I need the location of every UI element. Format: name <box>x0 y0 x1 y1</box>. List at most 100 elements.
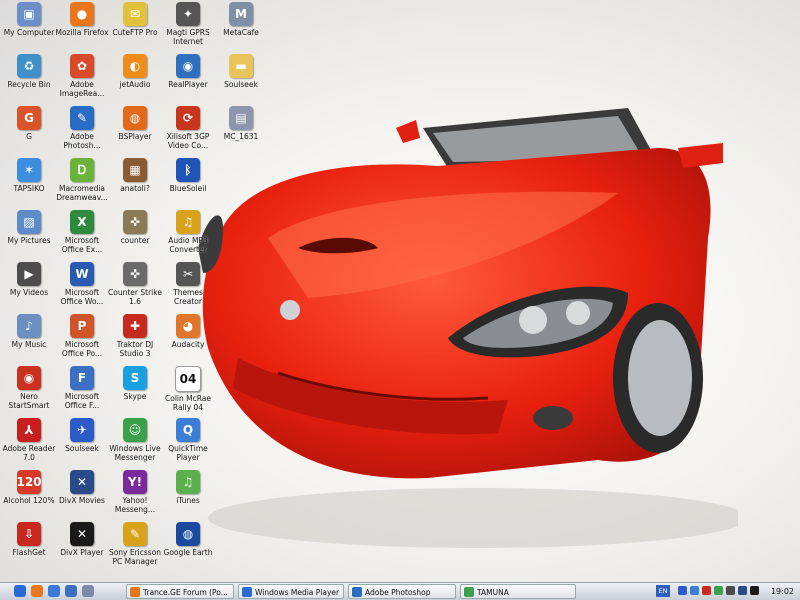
desktop-icon[interactable]: W Microsoft Office Wo... <box>55 262 109 314</box>
taskbar-button[interactable]: Adobe Photoshop <box>348 584 456 599</box>
desktop-icon[interactable]: ◍ BSPlayer <box>108 106 162 158</box>
msn-butterfly-icon: ✶ <box>17 158 41 182</box>
desktop-icon[interactable]: ✎ Adobe Photosh... <box>55 106 109 158</box>
desktop-icon[interactable]: ◐ jetAudio <box>108 54 162 106</box>
desktop-icon[interactable]: Y! Yahoo! Messeng... <box>108 470 162 522</box>
desktop-icon[interactable]: ✜ counter <box>108 210 162 262</box>
desktop-icon[interactable]: ✦ Magti GPRS Internet <box>161 2 215 54</box>
firefox-ql-icon[interactable] <box>31 585 43 597</box>
desktop-icon[interactable]: ✕ DivX Movies <box>55 470 109 522</box>
desktop-icon[interactable]: ● Mozilla Firefox <box>55 2 109 54</box>
desktop-icon-label: Microsoft Office F... <box>64 392 100 410</box>
desktop-icon[interactable]: ✿ Adobe ImageRea... <box>55 54 109 106</box>
bsplayer-icon: ◍ <box>123 106 147 130</box>
desktop-icon[interactable]: ▶ My Videos <box>2 262 56 314</box>
my-pictures-icon: ▨ <box>17 210 41 234</box>
desktop-icon[interactable]: ♻ Recycle Bin <box>2 54 56 106</box>
ftp-icon: ✉ <box>123 2 147 26</box>
desktop-icon[interactable]: ◉ Nero StartSmart <box>2 366 56 418</box>
desktop-icon[interactable]: ♫ Audio MP3 Converter <box>161 210 215 262</box>
firefox-icon: ● <box>70 2 94 26</box>
phone-tray-icon[interactable] <box>690 586 699 595</box>
skype-icon: S <box>123 366 147 390</box>
desktop-icon[interactable]: F Microsoft Office F... <box>55 366 109 418</box>
desktop-icon[interactable]: ▦ anatoli? <box>108 158 162 210</box>
language-indicator[interactable]: EN <box>656 585 670 597</box>
antivirus-tray-icon[interactable] <box>702 586 711 595</box>
desktop-icon-label: Alcohol 120% <box>3 496 55 505</box>
desktop-icon[interactable]: ▨ My Pictures <box>2 210 56 262</box>
soulseek-tray-icon[interactable] <box>678 586 687 595</box>
desktop-icon[interactable]: X Microsoft Office Ex... <box>55 210 109 262</box>
desktop-icon-label: BSPlayer <box>118 132 152 141</box>
desktop-icon[interactable]: ✕ DivX Player <box>55 522 109 574</box>
taskbar-button-label: TAMUNA <box>477 588 509 597</box>
desktop-icon[interactable]: ✎ Sony Ericsson PC Manager <box>108 522 162 574</box>
desktop-icon-label: My Computer <box>3 28 55 37</box>
network-tray-icon[interactable] <box>738 586 747 595</box>
desktop-icon[interactable]: ✉ CuteFTP Pro <box>108 2 162 54</box>
desktop-icon[interactable]: ☺ Windows Live Messenger <box>108 418 162 470</box>
desktop-icon-label: Sony Ericsson PC Manager <box>108 548 162 566</box>
desktop-icon[interactable]: ᛒ BlueSoleil <box>161 158 215 210</box>
desktop-icon[interactable]: 120 Alcohol 120% <box>2 470 56 522</box>
outlook-ql-icon[interactable] <box>65 585 77 597</box>
desktop-icon[interactable]: ♫ iTunes <box>161 470 215 522</box>
desktop-icon[interactable]: ✂ Themes Creator <box>161 262 215 314</box>
desktop-ql-icon[interactable] <box>82 585 94 597</box>
taskbar-button[interactable]: Trance.GE Forum (Po... <box>126 584 234 599</box>
desktop-icon[interactable]: ✈ Soulseek <box>55 418 109 470</box>
desktop-icon[interactable]: ♪ My Music <box>2 314 56 366</box>
themes-icon: ✂ <box>176 262 200 286</box>
excel-icon: X <box>70 210 94 234</box>
colin-mcrae-icon: 04 <box>175 366 201 392</box>
desktop-icon[interactable]: ✶ TAPSIKO <box>2 158 56 210</box>
picture-icon: ▦ <box>123 158 147 182</box>
soulseek-bird-icon: ✈ <box>70 418 94 442</box>
word-icon: W <box>70 262 94 286</box>
desktop-icon[interactable]: ⟳ Xilisoft 3GP Video Co... <box>161 106 215 158</box>
desktop-icon-label: Audacity <box>171 340 205 349</box>
ie-ql-icon[interactable] <box>48 585 60 597</box>
yahoo-icon: Y! <box>123 470 147 494</box>
system-tray: EN 19:02 <box>656 583 800 600</box>
mp3-converter-icon: ♫ <box>176 210 200 234</box>
wallpaper-car-image <box>198 108 738 548</box>
desktop-icon[interactable]: M MetaCafe <box>214 2 268 54</box>
desktop-icon[interactable]: ⇩ FlashGet <box>2 522 56 574</box>
desktop-icon-label: MetaCafe <box>223 28 259 37</box>
desktop-icon[interactable]: GG <box>2 106 56 158</box>
display-tray-icon[interactable] <box>750 586 759 595</box>
volume-tray-icon[interactable] <box>726 586 735 595</box>
start-orb-icon[interactable] <box>14 585 26 597</box>
desktop-icon[interactable]: ⅄ Adobe Reader 7.0 <box>2 418 56 470</box>
taskbar-button[interactable]: TAMUNA <box>460 584 576 599</box>
desktop-icon[interactable]: 04 Colin McRae Rally 04 <box>161 366 215 418</box>
desktop-icon[interactable]: S Skype <box>108 366 162 418</box>
desktop-icon[interactable]: P Microsoft Office Po... <box>55 314 109 366</box>
desktop-icon[interactable]: Q QuickTime Player <box>161 418 215 470</box>
taskbar-button[interactable]: Windows Media Player <box>238 584 344 599</box>
desktop-icon[interactable]: ▣ My Computer <box>2 2 56 54</box>
desktop-icon[interactable]: ✜ Counter Strike 1.6 <box>108 262 162 314</box>
desktop-icon-label: DivX Movies <box>59 496 105 505</box>
desktop-icon[interactable]: ◕ Audacity <box>161 314 215 366</box>
messenger-icon: ☺ <box>123 418 147 442</box>
desktop-icon[interactable]: ◍ Google Earth <box>161 522 215 574</box>
desktop-icon-label: Microsoft Office Wo... <box>60 288 104 306</box>
desktop-icon[interactable]: ▬ Soulseek <box>214 54 268 106</box>
clock[interactable]: 19:02 <box>771 583 794 600</box>
flashget-icon: ⇩ <box>17 522 41 546</box>
desktop-icon[interactable]: ✚ Traktor DJ Studio 3 <box>108 314 162 366</box>
desktop-icon-label: My Pictures <box>7 236 51 245</box>
desktop-icon[interactable]: ▤ MC_1631 <box>214 106 268 158</box>
desktop-icon-label: jetAudio <box>119 80 151 89</box>
recycle-bin-icon: ♻ <box>17 54 41 78</box>
desktop-icon[interactable]: Ꭰ Macromedia Dreamweav... <box>55 158 109 210</box>
firefox-task-icon <box>130 587 140 597</box>
adobe-reader-icon: ⅄ <box>17 418 41 442</box>
desktop-icon[interactable]: ◉ RealPlayer <box>161 54 215 106</box>
messenger-tray-icon[interactable] <box>714 586 723 595</box>
desktop-icon-label: BlueSoleil <box>169 184 207 193</box>
desktop-icon-label: Google Earth <box>163 548 213 557</box>
